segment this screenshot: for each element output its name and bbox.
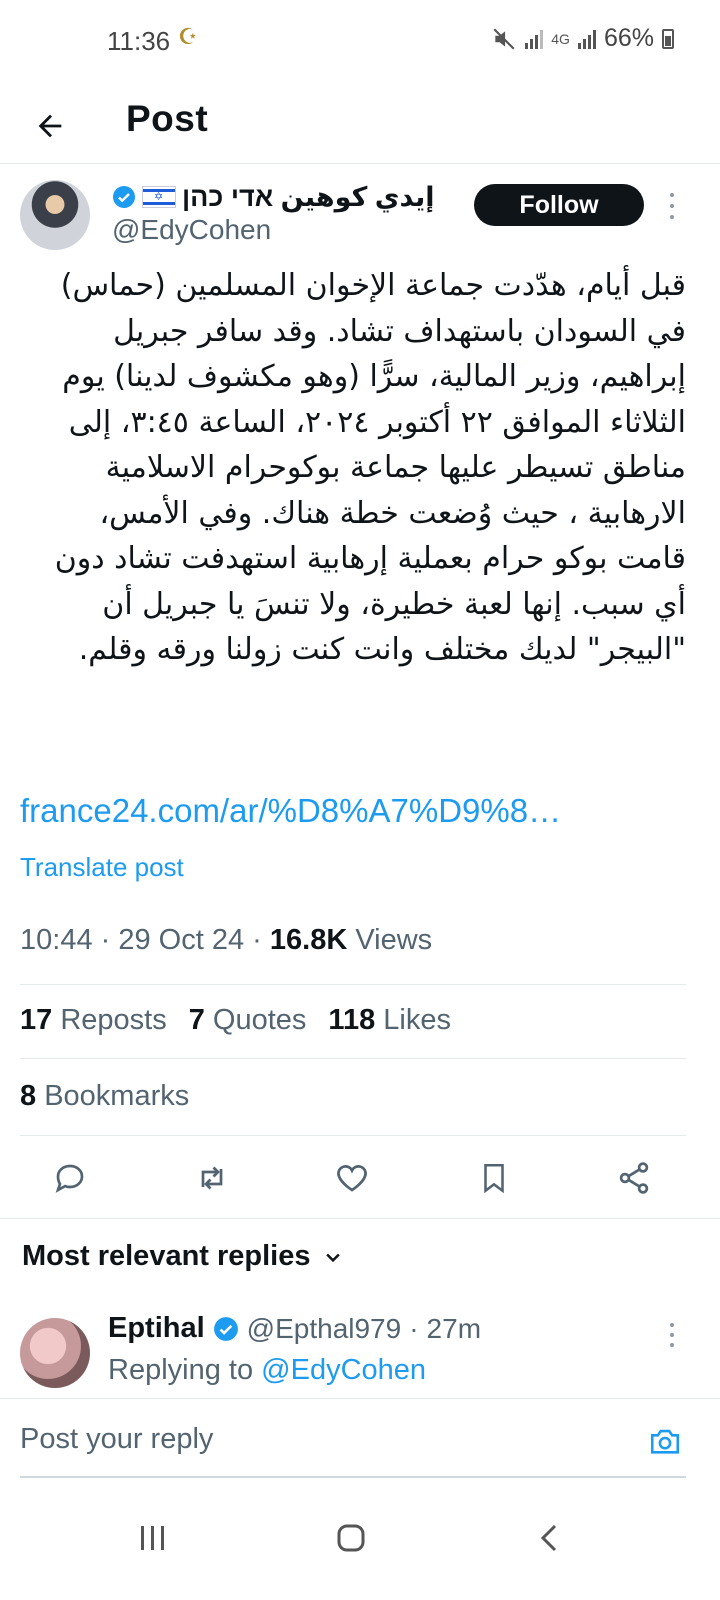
post-time: 10:44 xyxy=(20,924,93,956)
post-line: في السودان باستهداف تشاد. وقد سافر جبريل xyxy=(113,313,686,349)
back-nav-button[interactable] xyxy=(514,1508,584,1568)
reply-age: 27m xyxy=(426,1312,482,1344)
reply-header: Eptihal @Epthal979 · 27m xyxy=(108,1312,482,1345)
more-options-button[interactable] xyxy=(660,190,684,222)
chevron-down-icon xyxy=(325,1253,340,1262)
author-name-row[interactable]: ✡ إيدي كوهين אדי כהן xyxy=(112,179,435,215)
post-line: قامت بوكو حرام بعملية إرهابية استهدفت تش… xyxy=(54,541,686,576)
reply-author-name[interactable]: Eptihal xyxy=(108,1312,205,1345)
signal-icon xyxy=(525,29,544,49)
translate-post-link[interactable]: Translate post xyxy=(20,852,184,883)
post-line: مناطق تسيطر عليها جماعة بوكوحرام الاسلام… xyxy=(105,450,686,485)
chevron-left-icon xyxy=(540,1524,557,1552)
system-nav-bar xyxy=(0,1480,720,1600)
post-meta: 10:44 · 29 Oct 24 · 16.8K Views xyxy=(20,924,433,956)
bookmark-icon xyxy=(484,1163,504,1194)
recent-apps-button[interactable] xyxy=(118,1508,188,1568)
status-bar: 11:36 ☪ 4G 66% xyxy=(0,0,720,88)
divider xyxy=(20,984,686,985)
replying-to-handle[interactable]: @EdyCohen xyxy=(261,1354,426,1386)
bookmark-button[interactable] xyxy=(470,1154,518,1202)
replies-sort-dropdown[interactable]: Most relevant replies xyxy=(22,1240,343,1273)
post-line: قبل أيام، هدّدت جماعة الإخوان المسلمين (… xyxy=(60,268,686,303)
repost-icon xyxy=(201,1166,223,1190)
arrow-left-icon xyxy=(38,114,62,138)
battery-icon xyxy=(662,28,674,49)
replies-header: Most relevant replies xyxy=(22,1240,311,1272)
share-icon xyxy=(619,1162,649,1194)
reply-input[interactable] xyxy=(20,1419,620,1459)
page-title: Post xyxy=(126,98,209,139)
reply-avatar[interactable] xyxy=(20,1318,90,1388)
reply-composer xyxy=(0,1398,720,1478)
post-line: الارهابية ، حيث وُضعت خطة هناك. وفي الأم… xyxy=(99,495,686,531)
reply-more-button[interactable] xyxy=(660,1320,684,1350)
divider xyxy=(20,1058,686,1059)
post-link[interactable]: france24.com/ar/%D8%A7%D9%8… xyxy=(20,792,561,830)
bookmarks-stat[interactable]: 8 Bookmarks xyxy=(20,1080,189,1113)
reply-author-handle[interactable]: @Epthal979 xyxy=(247,1313,402,1345)
reposts-stat[interactable]: 17 Reposts xyxy=(20,1004,167,1037)
notification-icon: ☪ xyxy=(178,24,198,49)
engagement-stats: 17 Reposts 7 Quotes 118 Likes xyxy=(20,1004,451,1037)
home-button[interactable] xyxy=(316,1508,386,1568)
author-avatar[interactable] xyxy=(20,180,90,250)
back-button[interactable] xyxy=(22,98,78,154)
camera-button[interactable] xyxy=(645,1421,685,1461)
signal-icon-2 xyxy=(577,29,596,49)
battery-percent: 66% xyxy=(603,24,654,52)
post-line: إبراهيم، وزير المالية، سرًّا (وهو مكشوف … xyxy=(62,359,686,394)
divider xyxy=(20,1135,686,1136)
mute-icon xyxy=(493,27,515,50)
recent-apps-icon xyxy=(141,1526,164,1550)
repost-button[interactable] xyxy=(188,1154,236,1202)
israel-flag-icon: ✡ xyxy=(142,186,176,208)
heart-icon xyxy=(337,1165,367,1192)
quotes-stat[interactable]: 7 Quotes xyxy=(189,1004,307,1037)
home-icon xyxy=(337,1524,365,1552)
replying-to: Replying to @EdyCohen xyxy=(108,1354,427,1386)
verified-badge-icon xyxy=(213,1316,238,1341)
section-divider xyxy=(0,1218,720,1219)
post-line: أي سبب. إنها لعبة خطيرة، ولا تنسَ يا جبر… xyxy=(102,586,686,622)
network-type: 4G xyxy=(551,30,570,47)
likes-stat[interactable]: 118 Likes xyxy=(328,1004,451,1037)
post-date: 29 Oct 24 xyxy=(118,924,245,956)
post-line: الثلاثاء الموافق ٢٢ أكتوبر ٢٠٢٤، الساعة … xyxy=(68,404,686,440)
status-time: 11:36 xyxy=(107,26,171,56)
follow-button[interactable]: Follow xyxy=(474,184,644,226)
reply-button[interactable] xyxy=(46,1154,94,1202)
composer-underline xyxy=(20,1476,686,1478)
like-button[interactable] xyxy=(328,1154,376,1202)
author-name: إيدي كوهين אדי כהן xyxy=(182,181,435,212)
reply-icon xyxy=(55,1164,84,1193)
verified-badge-icon xyxy=(113,186,135,208)
action-bar xyxy=(0,1148,720,1208)
share-button[interactable] xyxy=(610,1154,658,1202)
views-label: Views xyxy=(355,924,433,956)
post-line: "البيجر" لديك مختلف وانت كنت زولنا ورقه … xyxy=(78,632,686,667)
post-text: قبل أيام، هدّدت جماعة الإخوان المسلمين (… xyxy=(20,263,686,673)
top-app-bar: Post xyxy=(0,88,720,164)
author-handle[interactable]: @EdyCohen xyxy=(112,214,271,246)
status-indicators: 4G 66% xyxy=(491,24,674,53)
views-count: 16.8K xyxy=(269,924,348,956)
camera-icon xyxy=(650,1429,680,1454)
